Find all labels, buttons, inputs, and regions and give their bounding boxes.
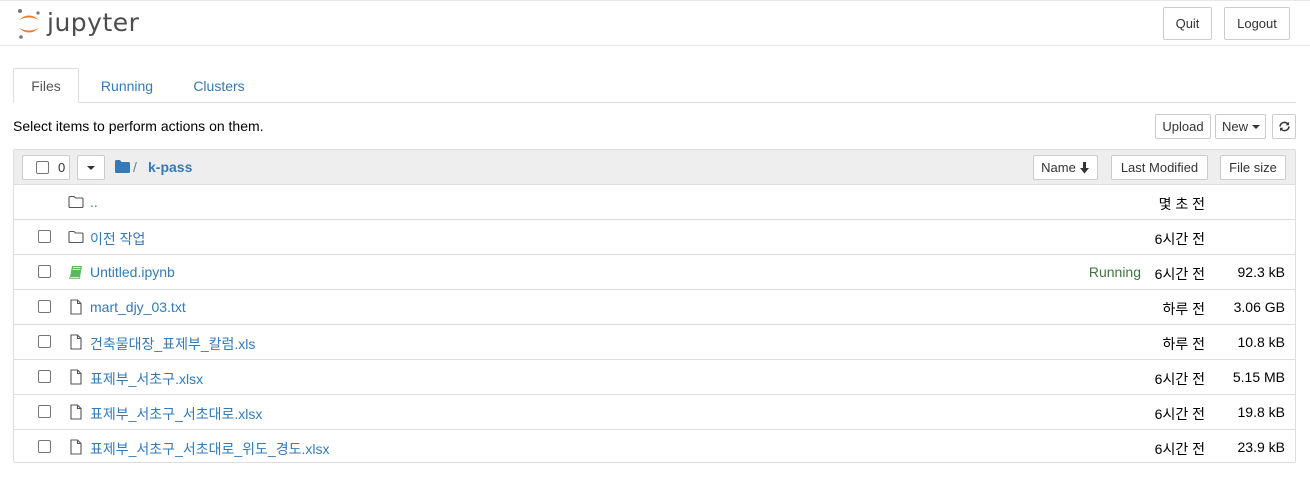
last-modified: 6시간 전: [1154, 231, 1205, 247]
row-checkbox[interactable]: [38, 370, 51, 383]
folder-icon: [115, 160, 130, 173]
file-list: 0 / k-pass Name Last Modified File size …: [13, 149, 1296, 463]
row-checkbox[interactable]: [38, 335, 51, 348]
file-name[interactable]: 표제부_서초구_서초대로.xlsx: [90, 404, 262, 424]
file-size: 10.8 kB: [1237, 334, 1285, 350]
sort-by-last-modified-button[interactable]: Last Modified: [1111, 155, 1208, 180]
sort-by-file-size-button[interactable]: File size: [1220, 155, 1286, 180]
file-size: 3.06 GB: [1233, 299, 1285, 315]
file-name[interactable]: 표제부_서초구_서초대로_위도_경도.xlsx: [90, 439, 329, 459]
file-size: 23.9 kB: [1237, 439, 1285, 455]
selected-count: 0: [58, 160, 66, 175]
new-dropdown-button[interactable]: New: [1215, 114, 1266, 139]
selection-dropdown-button[interactable]: [77, 155, 105, 180]
tab-clusters[interactable]: Clusters: [179, 68, 259, 103]
refresh-icon: [1278, 121, 1290, 132]
file-name[interactable]: 건축물대장_표제부_칼럼.xls: [90, 334, 255, 354]
last-modified: 6시간 전: [1154, 441, 1205, 457]
row-checkbox[interactable]: [38, 230, 51, 243]
row-checkbox[interactable]: [38, 440, 51, 453]
file-size: 5.15 MB: [1232, 369, 1285, 385]
file-name[interactable]: Untitled.ipynb: [90, 264, 175, 280]
tab-bar: Files Running Clusters: [13, 68, 1296, 103]
tab-files[interactable]: Files: [13, 68, 79, 103]
select-all-button[interactable]: 0: [22, 155, 70, 180]
file-name[interactable]: 이전 작업: [90, 229, 145, 249]
last-modified: 하루 전: [1162, 301, 1205, 317]
upload-button[interactable]: Upload: [1155, 114, 1211, 139]
last-modified: 하루 전: [1162, 336, 1205, 352]
breadcrumb-current-folder[interactable]: k-pass: [148, 159, 192, 175]
file-size: 19.8 kB: [1237, 404, 1285, 420]
file-icon: [70, 299, 82, 315]
caret-down-icon: [1252, 124, 1261, 129]
arrow-down-icon: [1079, 161, 1089, 173]
refresh-button[interactable]: [1272, 114, 1296, 139]
breadcrumb-separator: /: [133, 159, 137, 175]
jupyter-logo-icon: [18, 9, 40, 39]
last-modified: 6시간 전: [1154, 266, 1205, 282]
sort-by-name-button[interactable]: Name: [1033, 155, 1098, 180]
last-modified: 6시간 전: [1154, 371, 1205, 387]
jupyter-logo[interactable]: jupyter: [17, 8, 142, 40]
list-item[interactable]: 표제부_서초구_서초대로.xlsx 6시간 전 19.8 kB: [14, 395, 1295, 430]
file-icon: [70, 439, 82, 455]
header: jupyter Quit Logout: [0, 0, 1310, 46]
list-item[interactable]: 표제부_서초구.xlsx 6시간 전 5.15 MB: [14, 360, 1295, 395]
file-name[interactable]: mart_djy_03.txt: [90, 299, 186, 315]
running-status: Running: [1088, 264, 1141, 280]
name-sort-label: Name: [1041, 160, 1076, 175]
row-checkbox[interactable]: [38, 300, 51, 313]
list-item[interactable]: 표제부_서초구_서초대로_위도_경도.xlsx 6시간 전 23.9 kB: [14, 430, 1295, 465]
logo-text: jupyter: [47, 8, 140, 37]
row-checkbox[interactable]: [38, 405, 51, 418]
list-item-parent-dir[interactable]: .. 몇 초 전: [14, 185, 1295, 220]
new-label: New: [1222, 119, 1249, 134]
select-all-checkbox[interactable]: [36, 161, 49, 174]
logout-button[interactable]: Logout: [1224, 7, 1290, 40]
list-item[interactable]: Untitled.ipynb Running 6시간 전 92.3 kB: [14, 255, 1295, 290]
quit-button[interactable]: Quit: [1163, 7, 1212, 40]
row-checkbox[interactable]: [38, 265, 51, 278]
last-modified: 6시간 전: [1154, 406, 1205, 422]
caret-down-icon: [87, 165, 95, 170]
folder-icon: [68, 230, 84, 244]
file-name[interactable]: ..: [90, 194, 98, 210]
file-name[interactable]: 표제부_서초구.xlsx: [90, 369, 203, 389]
file-list-header: 0 / k-pass Name Last Modified File size: [14, 150, 1295, 185]
list-item[interactable]: 건축물대장_표제부_칼럼.xls 하루 전 10.8 kB: [14, 325, 1295, 360]
list-item[interactable]: 이전 작업 6시간 전: [14, 220, 1295, 255]
folder-icon: [68, 195, 84, 209]
file-icon: [70, 404, 82, 420]
file-icon: [70, 369, 82, 385]
file-icon: [70, 334, 82, 350]
file-size: 92.3 kB: [1237, 264, 1285, 280]
notebook-icon: [68, 266, 82, 279]
list-item[interactable]: mart_djy_03.txt 하루 전 3.06 GB: [14, 290, 1295, 325]
last-modified: 몇 초 전: [1158, 196, 1205, 212]
tab-running[interactable]: Running: [85, 68, 169, 103]
instruction-text: Select items to perform actions on them.: [13, 118, 264, 134]
